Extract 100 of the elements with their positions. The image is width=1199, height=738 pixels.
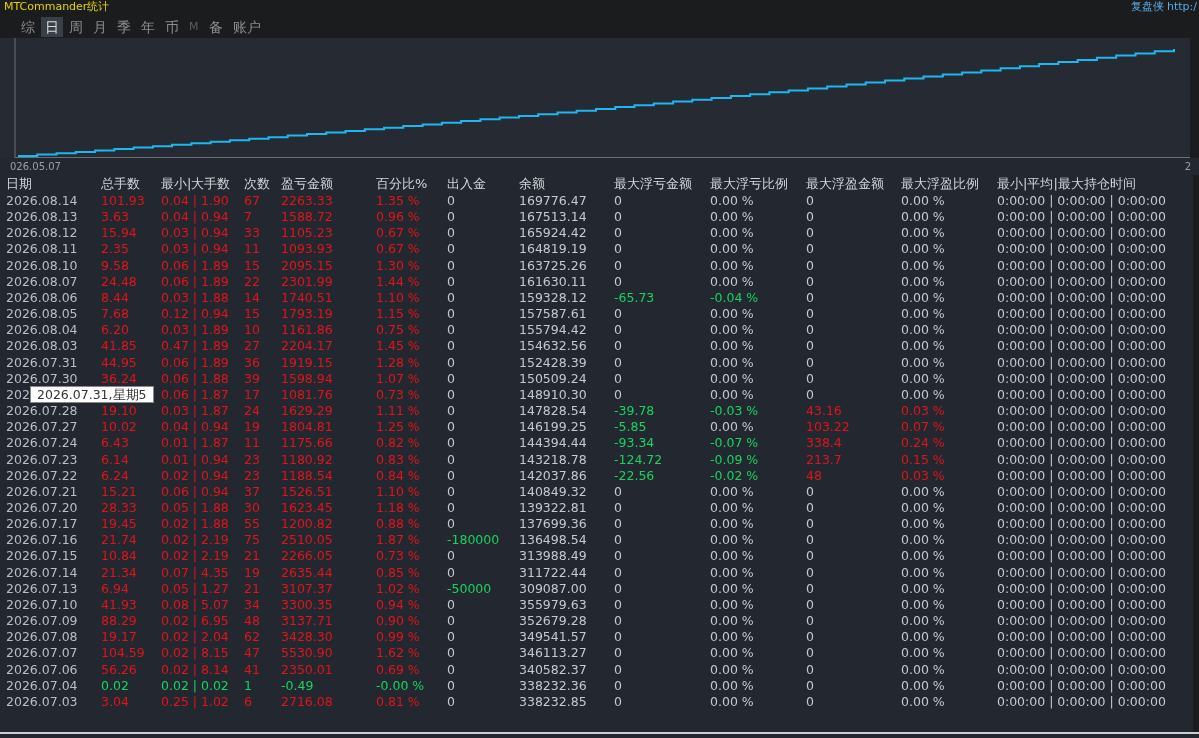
date-cell: 2026.08.11 [6, 241, 78, 258]
column-header: 盈亏金额 [281, 175, 333, 193]
table-cell: -0.02 % [710, 467, 759, 484]
table-cell: 3.63 [101, 209, 129, 226]
table-cell: -5.85 [614, 419, 647, 436]
table-cell: 15 [244, 257, 260, 274]
table-cell: 1.18 % [376, 499, 420, 517]
date-cell: 2026.07.04 [6, 677, 78, 694]
date-cell: 2026.07.10 [6, 596, 78, 614]
table-cell: 0.00 % [710, 661, 754, 678]
table-cell: 0.00 % [710, 257, 754, 274]
table-cell: 37 [244, 483, 260, 500]
column-header: 百分比% [376, 175, 428, 193]
table-cell: 0.00 % [710, 386, 754, 404]
table-cell: 0.00 % [710, 483, 754, 500]
table-cell: -0.00 % [376, 677, 425, 694]
period-tab[interactable]: 年 [137, 17, 159, 37]
table-cell: 10.84 [101, 548, 137, 565]
table-cell: 0.02 | 1.88 [161, 516, 229, 533]
period-tab[interactable]: 月 [89, 17, 111, 37]
table-cell: 352679.28 [519, 613, 587, 630]
table-cell: 1526.51 [281, 483, 333, 500]
table-cell: 0:00:00 | 0:00:00 | 0:00:00 [997, 596, 1166, 614]
table-cell: -22.56 [614, 467, 655, 484]
table-cell: 0 [806, 370, 814, 387]
table-cell: -124.72 [614, 451, 663, 468]
table-cell: 62 [244, 629, 260, 646]
table-cell: 9.58 [101, 257, 129, 274]
table-cell: -0.07 % [710, 435, 759, 452]
table-cell: 0.25 | 1.02 [161, 693, 229, 710]
period-tab[interactable]: 周 [65, 17, 87, 37]
table-cell: 0.00 % [901, 516, 945, 533]
table-cell: 11 [244, 435, 260, 452]
table-cell: 0.00 % [710, 613, 754, 630]
period-tab[interactable]: 备 [204, 17, 227, 37]
table-cell: 0 [806, 516, 814, 533]
date-cell: 2026.08.07 [6, 273, 78, 290]
table-cell: 0.00 % [901, 499, 945, 517]
table-cell: 5530.90 [281, 645, 333, 662]
table-cell: 10.02 [101, 419, 137, 436]
table-cell: 0.99 % [376, 629, 420, 646]
table-cell: 1188.54 [281, 467, 333, 484]
table-cell: 152428.39 [519, 354, 587, 371]
table-cell: 0:00:00 | 0:00:00 | 0:00:00 [997, 225, 1166, 242]
table-cell: 0.05 | 1.27 [161, 580, 229, 597]
table-cell: 0 [614, 225, 622, 242]
table-cell: 0.01 | 1.87 [161, 435, 229, 452]
table-cell: 0.00 % [710, 322, 754, 339]
table-cell: 148910.30 [519, 386, 587, 404]
table-cell: 6.24 [101, 467, 129, 484]
table-cell: 1.10 % [376, 289, 420, 307]
table-cell: 15.21 [101, 483, 137, 500]
table-cell: 0 [614, 257, 622, 274]
table-cell: 0.00 % [901, 580, 945, 597]
axis-label: 026.05.07 [10, 161, 61, 172]
table-cell: 21 [244, 580, 260, 597]
table-cell: 0 [447, 403, 455, 420]
table-cell: 0:00:00 | 0:00:00 | 0:00:00 [997, 241, 1166, 258]
table-cell: 1598.94 [281, 370, 333, 387]
table-cell: 144394.44 [519, 435, 587, 452]
table-cell: 0:00:00 | 0:00:00 | 0:00:00 [997, 435, 1166, 452]
table-cell: 0 [447, 354, 455, 371]
period-tab[interactable]: 季 [113, 17, 135, 37]
table-cell: 3137.71 [281, 613, 333, 630]
table-cell: 0:00:00 | 0:00:00 | 0:00:00 [997, 386, 1166, 404]
table-cell: 0.02 | 8.14 [161, 661, 229, 678]
table-cell: 24 [244, 403, 260, 420]
period-tab[interactable]: 综 [17, 17, 39, 37]
table-cell: 7.68 [101, 306, 129, 323]
table-cell: 21.74 [101, 532, 137, 549]
table-cell: 0.00 % [710, 241, 754, 258]
table-cell: 0 [447, 306, 455, 323]
table-cell: 0 [447, 451, 455, 468]
table-cell: -180000 [447, 532, 500, 549]
table-cell: 0 [806, 354, 814, 371]
table-cell: 0 [806, 499, 814, 517]
table-cell: 0:00:00 | 0:00:00 | 0:00:00 [997, 693, 1166, 710]
table-cell: 0:00:00 | 0:00:00 | 0:00:00 [997, 661, 1166, 678]
table-cell: 2.35 [101, 241, 129, 258]
table-cell: 0.94 % [376, 596, 420, 614]
table-cell: 0.06 | 0.94 [161, 483, 229, 500]
table-cell: 0 [806, 322, 814, 339]
table-cell: 0.84 % [376, 467, 420, 484]
header-link[interactable]: 复盘侠 http:/ [1130, 0, 1199, 13]
table-cell: 0 [806, 338, 814, 355]
table-cell: 1588.72 [281, 209, 333, 226]
table-cell: 1.11 % [376, 403, 420, 420]
period-tab[interactable]: 账户 [228, 17, 265, 37]
table-cell: 67 [244, 193, 260, 210]
table-cell: 338.4 [806, 435, 842, 452]
table-cell: 0.02 | 0.94 [161, 467, 229, 484]
date-cell: 2026.07.22 [6, 467, 78, 484]
period-tab[interactable]: 日 [41, 17, 63, 37]
table-cell: 0 [806, 645, 814, 662]
table-cell: 19 [244, 419, 260, 436]
table-cell: 0.83 % [376, 451, 420, 468]
date-cell: 2026.07.31 [6, 354, 78, 371]
period-tab[interactable]: 币 [161, 17, 183, 37]
table-cell: 0 [447, 289, 455, 307]
table-cell: 1804.81 [281, 419, 333, 436]
